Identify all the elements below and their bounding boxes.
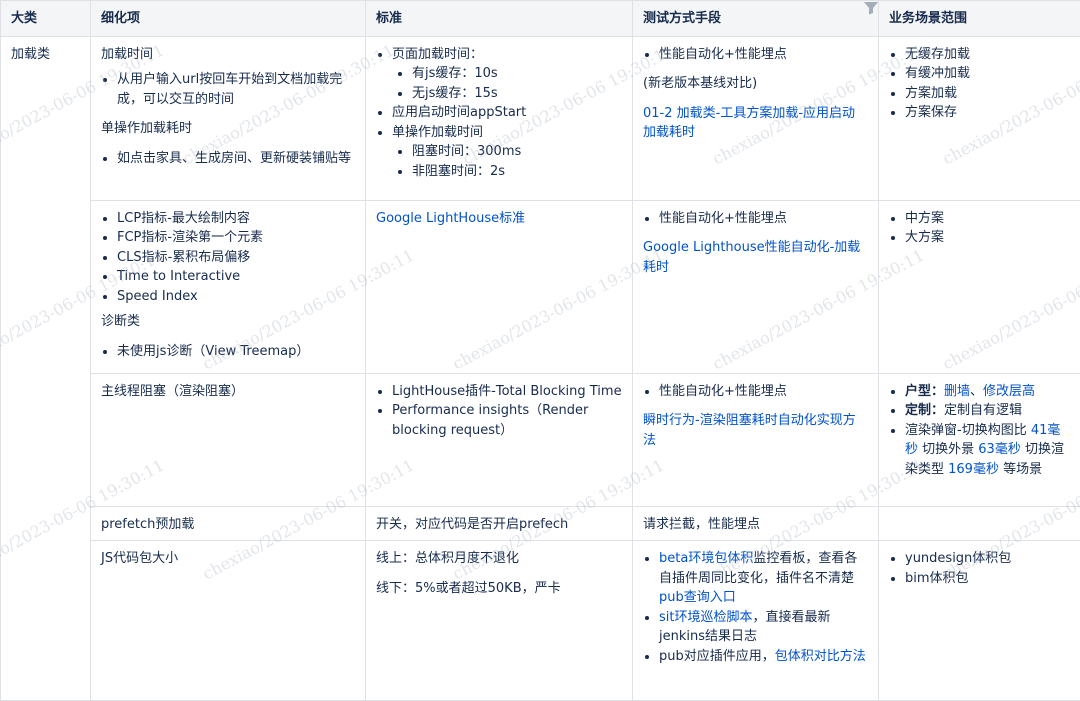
list-item: 方案加载 (905, 84, 1070, 104)
standard-cell: 线上：总体积月度不退化 线下：5%或者超过50KB，严卡 (366, 541, 633, 701)
scope-cell: 中方案 大方案 (879, 200, 1080, 373)
category-cell: 加载类 (1, 36, 91, 701)
header-test-method[interactable]: 测试方式手段 (633, 1, 879, 37)
list-item: pub对应插件应用，包体积对比方法 (659, 647, 868, 667)
detail-heading: 单操作加载耗时 (101, 119, 355, 139)
filter-icon[interactable] (863, 1, 879, 15)
list-item: CLS指标-累积布局偏移 (117, 248, 355, 268)
table-row: 主线程阻塞（渲染阻塞） LightHouse插件-Total Blocking … (1, 373, 1080, 506)
scope-link-delete-wall[interactable]: 删墙 (944, 384, 970, 399)
list-item: 户型：删墙、修改层高 (905, 382, 1070, 402)
list-item: 渲染弹窗-切换构图比 41毫秒 切换外景 63毫秒 切换渲染类型 169毫秒 等… (905, 421, 1070, 480)
list-item: 大方案 (905, 228, 1070, 248)
list-item: 性能自动化+性能埋点 (659, 382, 868, 402)
scope-cell: 无缓存加载 有缓冲加载 方案加载 方案保存 (879, 36, 1080, 200)
header-scope[interactable]: 业务场景范围 (879, 1, 1080, 37)
test-method-cell: beta环境包体积监控看板，查看各自插件周同比变化，插件名不清楚pub查询入口 … (633, 541, 879, 701)
detail-cell: JS代码包大小 (91, 541, 366, 701)
pub-query-link[interactable]: pub查询入口 (659, 590, 736, 605)
standard-text: 线上：总体积月度不退化 (376, 549, 622, 569)
standard-text: 线下：5%或者超过50KB，严卡 (376, 579, 622, 599)
table-row: 加载类 加载时间 从用户输入url按回车开始到文档加载完成，可以交互的时间 单操… (1, 36, 1080, 200)
list-item: 未使用js诊断（View Treemap） (117, 342, 355, 362)
detail-cell: 加载时间 从用户输入url按回车开始到文档加载完成，可以交互的时间 单操作加载耗… (91, 36, 366, 200)
standard-cell: Google LightHouse标准 (366, 200, 633, 373)
list-item: 如点击家具、生成房间、更新硬装铺贴等 (117, 149, 355, 169)
header-standard[interactable]: 标准 (366, 1, 633, 37)
list-item: Time to Interactive (117, 267, 355, 287)
table-row: prefetch预加载 开关，对应代码是否开启prefech 请求拦截，性能埋点 (1, 506, 1080, 541)
list-item: 应用启动时间appStart (392, 103, 622, 123)
scope-cell (879, 506, 1080, 541)
standard-cell: 页面加载时间： 有js缓存：10s 无js缓存：15s 应用启动时间appSta… (366, 36, 633, 200)
list-item: LCP指标-最大绘制内容 (117, 209, 355, 229)
list-item: yundesign体积包 (905, 549, 1070, 569)
list-item: 方案保存 (905, 103, 1070, 123)
test-doc-link[interactable]: 瞬时行为-渲染阻塞耗时自动化实现方法 (643, 413, 856, 448)
list-item: 从用户输入url按回车开始到文档加载完成，可以交互的时间 (117, 70, 355, 109)
list-item: 无js缓存：15s (412, 84, 622, 104)
detail-cell: prefetch预加载 (91, 506, 366, 541)
test-method-cell: 性能自动化+性能埋点 (新老版本基线对比) 01-2 加载类-工具方案加载-应用… (633, 36, 879, 200)
bundle-size-link[interactable]: beta环境包体积 (659, 551, 753, 566)
header-category[interactable]: 大类 (1, 1, 91, 37)
bundle-compare-link[interactable]: 包体积对比方法 (775, 649, 866, 664)
scope-cell: yundesign体积包 bim体积包 (879, 541, 1080, 701)
test-doc-link[interactable]: 01-2 加载类-工具方案加载-应用启动加载耗时 (643, 106, 855, 141)
table-row: JS代码包大小 线上：总体积月度不退化 线下：5%或者超过50KB，严卡 bet… (1, 541, 1080, 701)
list-item: FCP指标-渲染第一个元素 (117, 228, 355, 248)
list-item: sit环境巡检脚本，直接看最新jenkins结果日志 (659, 608, 868, 647)
table-row: LCP指标-最大绘制内容 FCP指标-渲染第一个元素 CLS指标-累积布局偏移 … (1, 200, 1080, 373)
list-item: 单操作加载时间 阻塞时间：300ms 非阻塞时间：2s (392, 123, 622, 182)
scope-link-floor-height[interactable]: 修改层高 (983, 384, 1035, 399)
detail-cell: LCP指标-最大绘制内容 FCP指标-渲染第一个元素 CLS指标-累积布局偏移 … (91, 200, 366, 373)
test-doc-link[interactable]: Google Lighthouse性能自动化-加载耗时 (643, 240, 860, 275)
detail-cell: 主线程阻塞（渲染阻塞） (91, 373, 366, 506)
list-item: 定制：定制自有逻辑 (905, 401, 1070, 421)
note-text: (新老版本基线对比) (643, 74, 868, 94)
standard-cell: 开关，对应代码是否开启prefech (366, 506, 633, 541)
list-item: 性能自动化+性能埋点 (659, 45, 868, 65)
detail-heading: 加载时间 (101, 45, 355, 65)
sit-script-link[interactable]: sit环境巡检脚本 (659, 610, 752, 625)
table-header-row: 大类 细化项 标准 测试方式手段 业务场景范围 (1, 1, 1080, 37)
list-item: bim体积包 (905, 569, 1070, 589)
performance-standards-table: 大类 细化项 标准 测试方式手段 业务场景范围 加载类 加载时间 从用户输入ur… (0, 0, 1080, 701)
detail-heading: 诊断类 (101, 312, 355, 332)
list-item: Performance insights（Render blocking req… (392, 401, 622, 440)
standard-link[interactable]: Google LightHouse标准 (376, 211, 525, 226)
list-item: 阻塞时间：300ms (412, 142, 622, 162)
list-item: beta环境包体积监控看板，查看各自插件周同比变化，插件名不清楚pub查询入口 (659, 549, 868, 608)
list-item: 有缓冲加载 (905, 64, 1070, 84)
list-item: 中方案 (905, 209, 1070, 229)
header-detail[interactable]: 细化项 (91, 1, 366, 37)
test-method-cell: 请求拦截，性能埋点 (633, 506, 879, 541)
scope-cell: 户型：删墙、修改层高 定制：定制自有逻辑 渲染弹窗-切换构图比 41毫秒 切换外… (879, 373, 1080, 506)
standard-cell: LightHouse插件-Total Blocking Time Perform… (366, 373, 633, 506)
test-method-cell: 性能自动化+性能埋点 Google Lighthouse性能自动化-加载耗时 (633, 200, 879, 373)
list-item: 页面加载时间： 有js缓存：10s 无js缓存：15s (392, 45, 622, 104)
list-item: 无缓存加载 (905, 45, 1070, 65)
list-item: Speed Index (117, 287, 355, 307)
list-item: 非阻塞时间：2s (412, 162, 622, 182)
test-method-cell: 性能自动化+性能埋点 瞬时行为-渲染阻塞耗时自动化实现方法 (633, 373, 879, 506)
list-item: 性能自动化+性能埋点 (659, 209, 868, 229)
list-item: LightHouse插件-Total Blocking Time (392, 382, 622, 402)
metric-link[interactable]: 169毫秒 (948, 462, 999, 477)
metric-link[interactable]: 63毫秒 (978, 442, 1021, 457)
list-item: 有js缓存：10s (412, 64, 622, 84)
